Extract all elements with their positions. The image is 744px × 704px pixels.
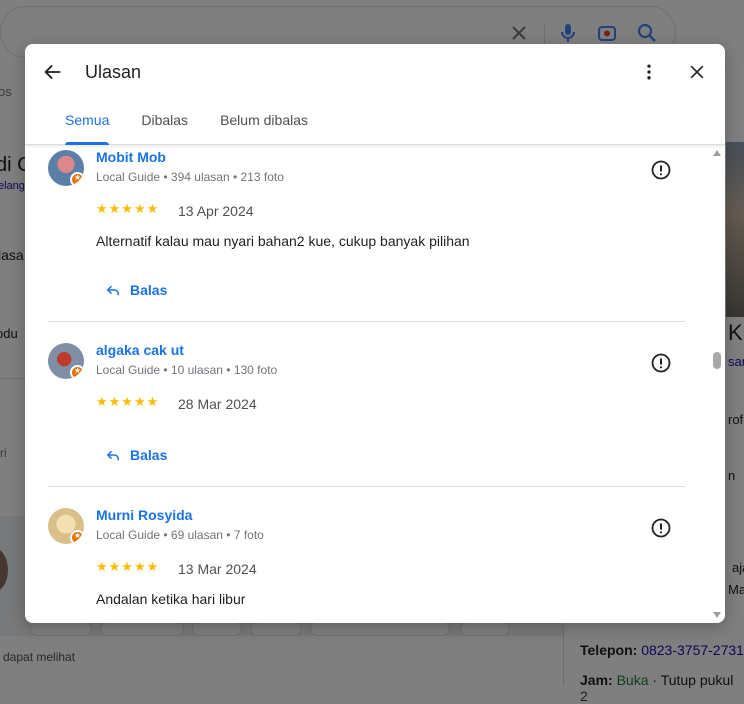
scroll-down-arrow-icon[interactable]: [713, 612, 721, 618]
reviewer-meta: Local Guide • 10 ulasan • 130 foto: [96, 363, 278, 377]
report-icon[interactable]: [649, 158, 673, 182]
close-icon: [690, 65, 704, 79]
scrollbar[interactable]: [711, 148, 723, 620]
star-rating: ★★★★★: [96, 395, 160, 410]
review-date: 13 Mar 2024: [178, 561, 257, 577]
dialog-header: Ulasan Semua Dibalas Belum dibalas: [25, 44, 725, 145]
reviewer-meta: Local Guide • 69 ulasan • 7 foto: [96, 528, 264, 542]
reviewer-name[interactable]: algaka cak ut: [96, 342, 184, 358]
reply-icon: [106, 450, 119, 461]
back-button[interactable]: [39, 58, 67, 86]
reply-button[interactable]: Balas: [104, 278, 167, 302]
avatar[interactable]: [48, 150, 84, 186]
review-filter-tabs: Semua Dibalas Belum dibalas: [49, 100, 324, 145]
tab-dibalas[interactable]: Dibalas: [125, 100, 204, 145]
dialog-title: Ulasan: [85, 62, 142, 82]
review-date: 13 Apr 2024: [178, 203, 254, 219]
review-text: Alternatif kalau mau nyari bahan2 kue, c…: [96, 233, 470, 249]
star-rating: ★★★★★: [96, 560, 160, 575]
avatar[interactable]: [48, 508, 84, 544]
local-guide-badge-icon: [70, 172, 84, 186]
review-text: Andalan ketika hari libur: [96, 591, 246, 607]
report-icon[interactable]: [649, 351, 673, 375]
tab-belum-dibalas[interactable]: Belum dibalas: [204, 100, 324, 145]
reviewer-name[interactable]: Mobit Mob: [96, 149, 166, 165]
local-guide-badge-icon: [70, 365, 84, 379]
reviews-dialog: Ulasan Semua Dibalas Belum dibalas Mobit…: [25, 44, 725, 623]
more-options-button[interactable]: [635, 58, 663, 86]
close-button[interactable]: [683, 58, 711, 86]
reply-label: Balas: [130, 447, 168, 463]
review-divider: [48, 486, 685, 487]
reply-icon: [106, 285, 119, 296]
star-rating: ★★★★★: [96, 202, 160, 217]
avatar[interactable]: [48, 343, 84, 379]
review-divider: [48, 321, 685, 322]
reviewer-meta: Local Guide • 394 ulasan • 213 foto: [96, 170, 284, 184]
local-guide-badge-icon: [70, 530, 84, 544]
scroll-up-arrow-icon[interactable]: [713, 150, 721, 156]
review-date: 28 Mar 2024: [178, 396, 257, 412]
more-vert-icon: [647, 64, 651, 80]
report-icon[interactable]: [649, 516, 673, 540]
reply-label: Balas: [130, 282, 168, 298]
scrollbar-thumb[interactable]: [713, 352, 721, 369]
reviewer-name[interactable]: Murni Rosyida: [96, 507, 192, 523]
tab-semua[interactable]: Semua: [49, 100, 125, 145]
reply-button[interactable]: Balas: [104, 443, 167, 467]
arrow-back-icon: [44, 64, 61, 80]
reviews-list[interactable]: Mobit Mob Local Guide • 394 ulasan • 213…: [25, 145, 725, 623]
